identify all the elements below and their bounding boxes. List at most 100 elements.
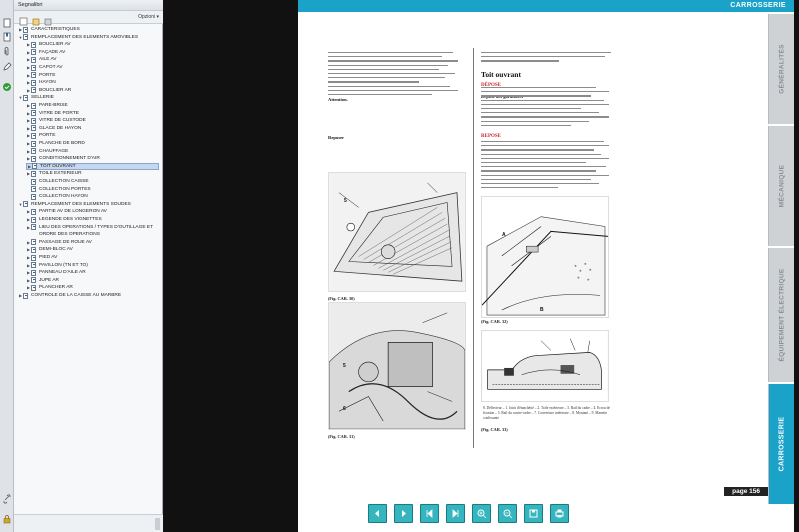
bookmark-item[interactable]: ▶ PANNEAU D'AILE AR [26,269,159,276]
bookmark-item[interactable]: ▶ HAYON [26,79,159,86]
bookmark-item[interactable]: ▶ VITRE DE PORTE [26,110,159,117]
bookmark-item[interactable]: ▶ LEGENDE DES VIGNETTES [26,216,159,223]
bookmark-label: VITRE DE CUSTODE [39,118,86,124]
save-button[interactable] [524,504,543,523]
bookmark-item[interactable]: ▶ PIED AV [26,254,159,261]
bookmark-page-icon [31,178,36,185]
bookmark-item[interactable]: ▶ CONDITIONNEMENT D'AIR [26,155,159,162]
bookmark-label: TOIT OUVRANT [40,163,76,169]
zoom-in-button[interactable] [472,504,491,523]
figure-car-31: 5 6 [328,302,466,430]
tab-generalites[interactable]: GÉNÉRALITÉS [768,14,794,124]
options-menu[interactable]: Opzioni ▾ [138,11,159,24]
bookmark-item[interactable]: ▶ FAÇADE AV [26,49,159,56]
text-line [328,56,443,58]
bookmark-page-icon [31,186,36,193]
bookmark-item[interactable]: ▶ TOILE EXTERIEUR [26,170,159,177]
text-line [481,116,609,118]
bookmark-item[interactable]: ▶ VITRE DE CUSTODE [26,117,159,124]
bookmark-item[interactable]: ▶ LIEU DES OPERATIONS / TYPES D'OUTILLAGE… [26,224,159,231]
bookmark-label: PASSAGE DE ROUE AV [39,239,92,245]
tab-carrosserie[interactable]: CARROSSERIE [768,384,794,504]
bookmark-label: HAYON [39,80,56,86]
bookmark-item[interactable]: ▶ CHAUFFAGE [26,148,159,155]
figure-caption: (Fig. CAR. 32) [481,319,508,324]
zoom-in-icon [477,509,487,519]
text-line [328,81,419,83]
tab-label: CARROSSERIE [778,416,785,472]
text-line [328,52,453,54]
bookmark-item[interactable]: ▼ REMPLACEMENT DES ELEMENTS AMOVIBLES [18,34,159,41]
bookmark-label: PORTE [39,133,56,139]
bookmark-page-icon [31,140,36,147]
figure-caption: (Fig. CAR. 33) [481,427,508,432]
bookmark-item[interactable]: ▶ PLANCHER AR [26,284,159,291]
document-area[interactable]: CARROSSERIE GÉNÉRALITÉS MÉCANIQUE ÉQUIPE… [164,0,799,532]
bookmark-page-icon [31,56,36,63]
bookmark-item[interactable]: ORDRE DES OPERATIONS [26,231,159,238]
options-label: Opzioni [138,14,156,20]
edit-icon[interactable] [2,62,12,72]
bookmark-page-icon [31,49,36,56]
bookmark-item[interactable]: ▶ AILE AV [26,56,159,63]
text-line [481,95,592,97]
bookmark-item[interactable]: ▶ CONTROLE DE LA CAISSE AU MARBRE [18,292,159,299]
bookmark-label: SELLERIE [31,95,54,101]
bookmarks-icon[interactable] [2,32,12,42]
bookmark-label: PLANCHE DE BORD [39,141,85,146]
zoom-out-button[interactable] [498,504,517,523]
bookmark-item[interactable]: ▶ JUPE AR [26,277,159,284]
lock-icon[interactable] [2,514,12,524]
bookmark-item[interactable]: ▶ PORTE [26,72,159,79]
bookmark-label: GLACE DE HAYON [39,125,82,131]
bookmark-item[interactable]: ▼ REMPLACEMENT DES ELEMENTS SOUDES [18,201,159,208]
bookmark-label: PANNEAU D'AILE AR [39,270,86,276]
print-button[interactable] [550,504,569,523]
left-text-column [328,52,458,152]
bookmark-item[interactable]: ▶ BOUCLIER AR [26,87,159,94]
prev-page-button[interactable] [368,504,387,523]
expand-icon[interactable] [19,13,28,26]
bookmark-page-icon [31,102,36,109]
tab-label: GÉNÉRALITÉS [778,44,785,94]
bookmark-page-icon [31,117,36,124]
status-green-icon[interactable] [2,82,12,92]
scrollbar[interactable] [155,518,160,530]
new-bookmark-icon[interactable] [32,13,41,26]
figure-car-32: A B [481,196,609,318]
last-page-button[interactable] [446,504,465,523]
attachments-icon[interactable] [2,46,12,56]
bookmark-item[interactable]: ▶ TOIT OUVRANT [26,162,159,170]
bookmark-item[interactable]: ▶ CAPOT AV [26,64,159,71]
delete-bookmark-icon[interactable] [44,13,53,26]
bookmark-item[interactable]: ▼ SELLERIE [18,94,159,101]
tab-mecanique[interactable]: MÉCANIQUE [768,126,794,246]
bookmark-item[interactable]: COLLECTION CAISSE [26,178,159,185]
section-tabs: GÉNÉRALITÉS MÉCANIQUE ÉQUIPEMENT ÉLECTRI… [768,14,794,514]
bookmark-item[interactable]: COLLECTION HAYON [26,193,159,200]
bookmark-item[interactable]: ▶ GLACE DE HAYON [26,125,159,132]
figure-legend: 8. Déflecteur – 1. Joint d'étanchéité – … [483,406,610,420]
tab-equipement-electrique[interactable]: ÉQUIPEMENT ÉLECTRIQUE [768,248,794,382]
text-line [328,64,448,66]
bookmark-item[interactable]: COLLECTION PORTES [26,186,159,193]
bookmark-item[interactable]: ▶ BOUCLIER AV [26,41,159,48]
pages-icon[interactable] [2,18,12,28]
bookmark-item[interactable]: ▶ PARTIE AV DE LONGERON AV [26,208,159,215]
bookmark-label: DEMI-BLOC AV [39,247,73,253]
bookmark-item[interactable]: ▶ CARACTERISTIQUES [18,26,159,33]
link-icon[interactable] [2,494,12,504]
bookmark-item[interactable]: ▶ PASSAGE DE ROUE AV [26,239,159,246]
bookmark-item[interactable]: ▶ PORTE [26,132,159,139]
bookmark-item[interactable]: ▶ PLANCHE DE BORD [26,140,159,147]
bookmark-label: BOUCLIER AV [39,42,71,48]
bookmark-item[interactable]: ▶ PAVILLON (TN ET TO) [26,262,159,269]
first-page-button[interactable] [420,504,439,523]
bookmark-item[interactable]: ▶ PARE-BRISE [26,102,159,109]
bookmark-label: PARTIE AV DE LONGERON AV [39,209,107,215]
next-page-button[interactable] [394,504,413,523]
toit-ouvrant-heading: Toit ouvrant [481,70,521,79]
bookmark-label: JUPE AR [39,277,59,283]
text-line [481,60,559,62]
bookmark-item[interactable]: ▶ DEMI-BLOC AV [26,246,159,253]
